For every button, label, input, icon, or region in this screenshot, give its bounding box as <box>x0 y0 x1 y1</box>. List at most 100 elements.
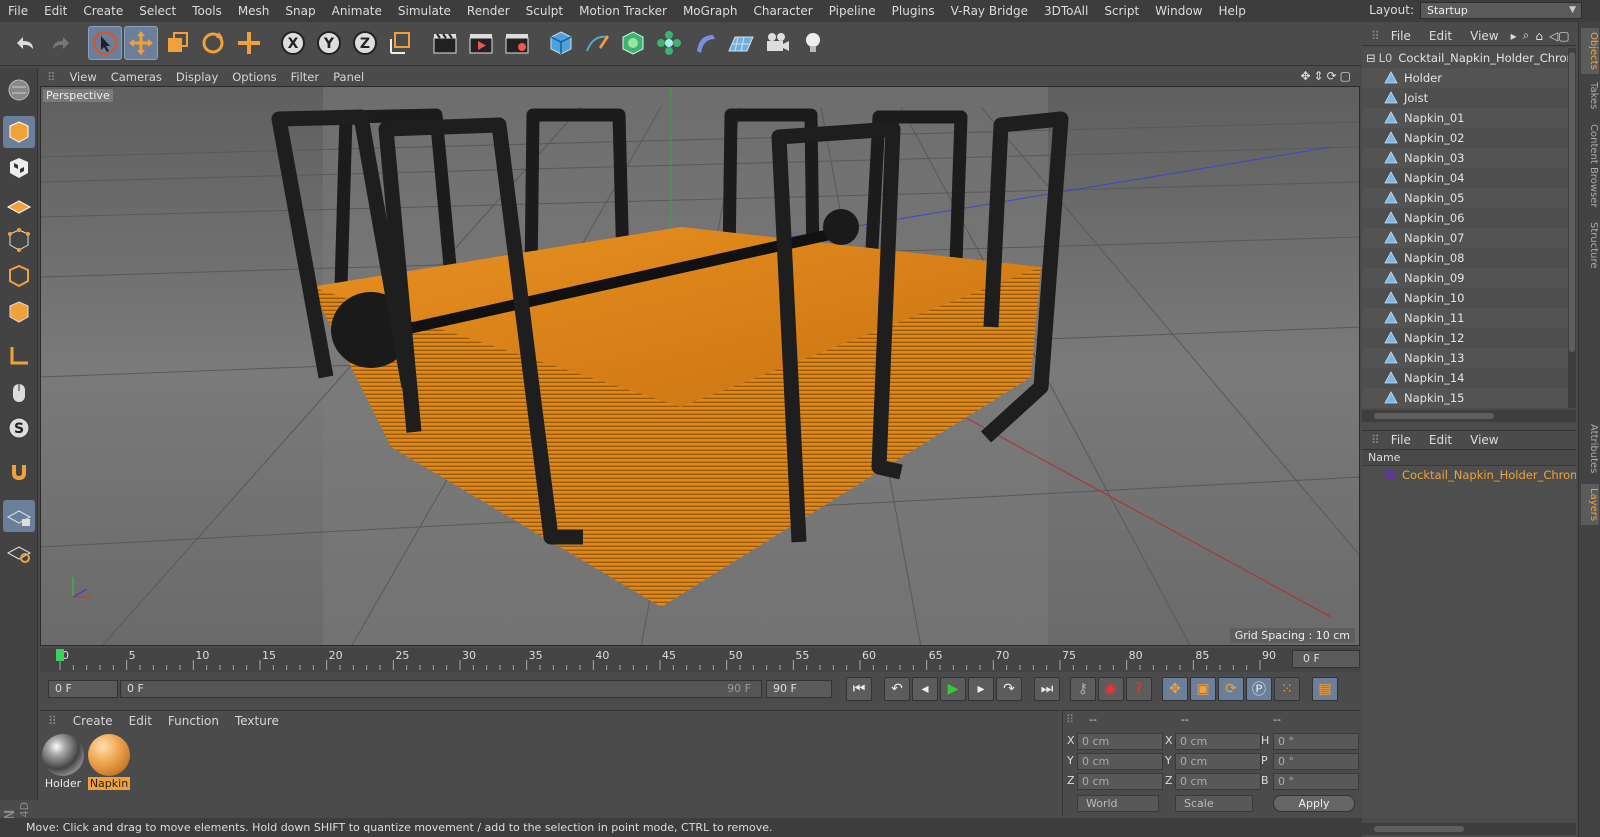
material-napkin[interactable]: Napkin <box>88 734 130 794</box>
viewport-menu-options[interactable]: Options <box>225 70 283 84</box>
pos-x-field[interactable]: 0 cm <box>1077 733 1163 750</box>
points-mode-button[interactable] <box>3 224 35 256</box>
auto-key-button[interactable]: ◉ <box>1098 677 1124 701</box>
planar-workplane-button[interactable] <box>3 536 35 568</box>
goto-end-button[interactable]: ⏭ <box>1034 677 1060 701</box>
layer-row[interactable]: Cocktail_Napkin_Holder_Chrome_ <box>1362 466 1576 484</box>
object-list-item[interactable]: Napkin_07 <box>1362 228 1568 248</box>
viewport-menu-view[interactable]: View <box>62 70 103 84</box>
pos-y-field[interactable]: 0 cm <box>1077 753 1163 770</box>
layer-name-column-header[interactable]: Name <box>1362 450 1576 466</box>
menu-mesh[interactable]: Mesh <box>230 4 278 18</box>
tab-objects[interactable]: Objects <box>1581 28 1599 74</box>
object-list-item[interactable]: Napkin_13 <box>1362 348 1568 368</box>
search-icon[interactable]: ⌕ <box>1520 28 1533 43</box>
add-light-button[interactable] <box>796 26 830 60</box>
material-holder[interactable]: Holder <box>42 734 84 794</box>
tab-takes[interactable]: Takes <box>1581 78 1599 113</box>
add-cube-button[interactable] <box>544 26 578 60</box>
layer-list-hscrollbar[interactable] <box>1362 823 1576 835</box>
size-mode-dropdown[interactable]: Scale <box>1175 795 1253 812</box>
lock-workplane-button[interactable] <box>3 500 35 532</box>
timeline-window-button[interactable]: ▤ <box>1312 677 1338 701</box>
object-list-item[interactable]: Napkin_14 <box>1362 368 1568 388</box>
size-x-field[interactable]: 0 cm <box>1175 733 1261 750</box>
object-list-scrollbar[interactable] <box>1568 48 1576 408</box>
viewport-menu-panel[interactable]: Panel <box>326 70 371 84</box>
add-floor-button[interactable] <box>724 26 758 60</box>
menu-sculpt[interactable]: Sculpt <box>518 4 571 18</box>
snap-button[interactable]: S <box>3 412 35 444</box>
menu-plugins[interactable]: Plugins <box>884 4 943 18</box>
material-menu-texture[interactable]: Texture <box>227 714 287 728</box>
object-list-item[interactable]: Napkin_08 <box>1362 248 1568 268</box>
object-root-item[interactable]: ⊟ L0 Cocktail_Napkin_Holder_Chrome <box>1362 48 1568 68</box>
camera-label[interactable]: Perspective <box>43 89 113 102</box>
tab-attributes[interactable]: Attributes <box>1581 420 1599 477</box>
size-y-field[interactable]: 0 cm <box>1175 753 1261 770</box>
make-editable-button[interactable] <box>3 74 35 106</box>
x-axis-lock-button[interactable]: X <box>276 26 310 60</box>
menu-script[interactable]: Script <box>1096 4 1147 18</box>
menu-tools[interactable]: Tools <box>184 4 230 18</box>
rot-b-field[interactable]: 0 ° <box>1273 773 1359 790</box>
object-list-item[interactable]: Napkin_02 <box>1362 128 1568 148</box>
object-menu-file[interactable]: File <box>1382 29 1420 43</box>
add-camera-button[interactable] <box>760 26 794 60</box>
scale-tool-button[interactable] <box>160 26 194 60</box>
layer-menu-file[interactable]: File <box>1382 433 1420 447</box>
apply-button[interactable]: Apply <box>1273 795 1355 812</box>
pos-z-field[interactable]: 0 cm <box>1077 773 1163 790</box>
y-axis-lock-button[interactable]: Y <box>312 26 346 60</box>
layer-menu-edit[interactable]: Edit <box>1420 433 1461 447</box>
keyframe-selection-button[interactable]: ? <box>1126 677 1152 701</box>
object-list-item[interactable]: Napkin_09 <box>1362 268 1568 288</box>
z-axis-lock-button[interactable]: Z <box>348 26 382 60</box>
recent-tool-button[interactable] <box>232 26 266 60</box>
object-menu-view[interactable]: View <box>1461 29 1507 43</box>
edges-mode-button[interactable] <box>3 260 35 292</box>
key-scale-button[interactable]: ▣ <box>1190 677 1216 701</box>
play-button[interactable]: ▶ <box>940 677 966 701</box>
polygons-mode-button[interactable] <box>3 296 35 328</box>
object-menu-edit[interactable]: Edit <box>1420 29 1461 43</box>
menu-snap[interactable]: Snap <box>277 4 323 18</box>
undo-button[interactable] <box>8 26 42 60</box>
object-list-item[interactable]: Napkin_04 <box>1362 168 1568 188</box>
key-position-button[interactable]: ✥ <box>1162 677 1188 701</box>
viewport-nav-icons[interactable]: ✥⇕⟳▢ <box>1300 69 1354 83</box>
menu-file[interactable]: File <box>0 4 36 18</box>
render-to-picture-viewer-button[interactable] <box>464 26 498 60</box>
menu-vray-bridge[interactable]: V-Ray Bridge <box>943 4 1036 18</box>
object-hscrollbar-thumb[interactable] <box>1374 413 1494 419</box>
record-keys-button[interactable]: ⚷ <box>1070 677 1096 701</box>
layer-hscrollbar-thumb[interactable] <box>1374 826 1464 832</box>
end-frame-field[interactable]: 90 F <box>766 680 832 698</box>
workplane-mode-button[interactable] <box>3 188 35 220</box>
object-scrollbar-thumb[interactable] <box>1569 52 1575 352</box>
rot-h-field[interactable]: 0 ° <box>1273 733 1359 750</box>
coordinate-system-button[interactable] <box>384 26 418 60</box>
material-menu-edit[interactable]: Edit <box>121 714 160 728</box>
key-rotation-button[interactable]: ⟳ <box>1218 677 1244 701</box>
object-menu-more-icon[interactable]: ▸ <box>1508 29 1520 43</box>
add-spline-button[interactable] <box>580 26 614 60</box>
viewport-menu-display[interactable]: Display <box>169 70 225 84</box>
object-list-item[interactable]: Napkin_11 <box>1362 308 1568 328</box>
previous-key-button[interactable]: ↶ <box>884 677 910 701</box>
goto-start-button[interactable]: ⏮ <box>846 677 872 701</box>
object-list-item[interactable]: Napkin_10 <box>1362 288 1568 308</box>
material-menu-function[interactable]: Function <box>160 714 227 728</box>
rotate-tool-button[interactable] <box>196 26 230 60</box>
object-list-item[interactable]: Napkin_05 <box>1362 188 1568 208</box>
next-frame-button[interactable]: ▸ <box>968 677 994 701</box>
object-list-item[interactable]: Napkin_03 <box>1362 148 1568 168</box>
object-list-item[interactable]: Holder <box>1362 68 1568 88</box>
layer-menu-view[interactable]: View <box>1461 433 1507 447</box>
coordinate-mode-dropdown[interactable]: World <box>1077 795 1159 812</box>
viewport-menu-cameras[interactable]: Cameras <box>104 70 169 84</box>
add-mograph-cloner-button[interactable] <box>652 26 686 60</box>
layout-dropdown[interactable]: Startup ▼ <box>1420 2 1582 19</box>
timeline-ruler[interactable]: 0 5 10 15 20 25 30 35 40 45 50 55 60 65 70 75 80 85 90 0 F <box>40 648 1360 672</box>
next-key-button[interactable]: ↷ <box>996 677 1022 701</box>
